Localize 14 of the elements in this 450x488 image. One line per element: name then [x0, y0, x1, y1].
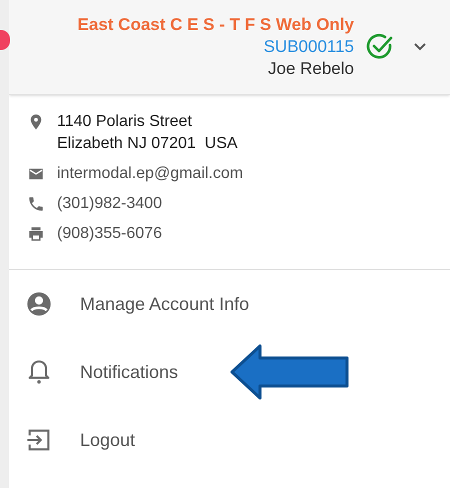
phone-number: (301)982-3400	[57, 194, 162, 214]
phone-number: (908)355-6076	[57, 224, 162, 244]
company-name: East Coast C E S - T F S Web Only	[78, 14, 354, 36]
account-id: SUB000115	[264, 36, 354, 58]
account-circle-icon	[25, 290, 53, 318]
menu-item[interactable]: Notifications	[9, 338, 450, 406]
address-line: 1140 Polaris Street	[57, 112, 193, 132]
email-address: intermodal.ep@gmail.com	[57, 164, 244, 184]
menu-item[interactable]: Logout	[9, 406, 450, 474]
address-line: Elizabeth NJ 07201 USA	[57, 134, 238, 154]
menu-item[interactable]: Manage Account Info	[9, 270, 450, 338]
phone-icon	[27, 195, 45, 213]
printer-icon	[27, 225, 45, 243]
user-name: Joe Rebelo	[268, 58, 354, 80]
